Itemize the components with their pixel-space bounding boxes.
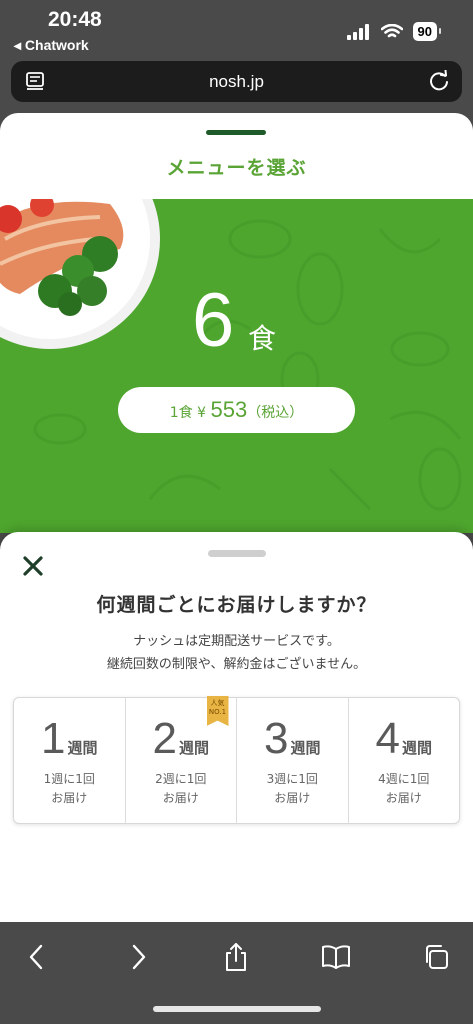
price-suffix: （税込）: [247, 405, 304, 421]
price-value: 553: [210, 397, 248, 422]
option-desc-line2: お届け: [274, 791, 311, 805]
sheet-grabber[interactable]: [208, 550, 266, 557]
share-icon[interactable]: [221, 942, 251, 972]
book-icon[interactable]: [321, 942, 351, 972]
home-indicator[interactable]: [153, 1006, 321, 1012]
chevron-left-icon[interactable]: [21, 942, 51, 972]
option-desc-line1: 4週に1回: [378, 772, 430, 786]
badge-line1: 人気: [210, 699, 225, 707]
option-unit: 週間: [178, 739, 209, 757]
subtitle-line-1: ナッシュは定期配送サービスです。: [133, 634, 340, 649]
option-2-weeks[interactable]: 人気 NO.1 2 週間 2週に1回 お届け: [126, 696, 237, 823]
option-number: 1: [41, 714, 66, 763]
plan-hero: 6 食 1食 ¥ 553（税込）: [0, 199, 473, 533]
chevron-right-icon[interactable]: [124, 942, 154, 972]
option-1-week[interactable]: 1 週間 1週に1回 お届け: [14, 698, 126, 823]
option-unit: 週間: [401, 739, 432, 757]
price-per-meal: 1食 ¥ 553（税込）: [118, 387, 355, 433]
battery-indicator: 90: [412, 22, 442, 41]
status-icons: 90: [346, 22, 442, 41]
food-plate-image: [0, 199, 462, 511]
option-3-weeks[interactable]: 3 週間 3週に1回 お届け: [237, 698, 349, 823]
option-unit: 週間: [67, 739, 98, 757]
question-subtitle: ナッシュは定期配送サービスです。 継続回数の制限や、解約金はございません。: [0, 630, 473, 676]
option-desc-line2: お届け: [51, 791, 88, 805]
meal-count: 6: [192, 278, 235, 363]
signal-icon: [346, 23, 369, 40]
option-number: 4: [375, 714, 400, 763]
delivery-frequency-sheet: 何週間ごとにお届けしますか？ ナッシュは定期配送サービスです。 継続回数の制限や…: [0, 532, 473, 922]
sheet-grabber[interactable]: [206, 130, 266, 135]
browser-toolbar: [0, 922, 473, 1024]
close-icon[interactable]: [21, 554, 45, 578]
frequency-options: 1 週間 1週に1回 お届け 人気 NO.1 2 週間 2週に1回 お届け 3 週間 …: [13, 696, 460, 824]
option-desc-line1: 3週に1回: [266, 772, 318, 786]
wifi-icon: [380, 23, 403, 37]
option-desc-line1: 2週に1回: [155, 772, 207, 786]
option-unit: 週間: [290, 739, 321, 757]
reload-icon[interactable]: [428, 69, 450, 96]
subtitle-line-2: 継続回数の制限や、解約金はございません。: [106, 657, 367, 672]
menu-sheet-title: メニューを選ぶ: [166, 157, 307, 179]
option-4-weeks[interactable]: 4 週間 4週に1回 お届け: [349, 698, 460, 823]
option-desc-line1: 1週に1回: [43, 772, 95, 786]
price-prefix: 1食 ¥: [169, 405, 211, 421]
option-number: 2: [152, 714, 177, 763]
menu-sheet: メニューを選ぶ 6 食 1食 ¥ 553（税込）: [0, 113, 473, 533]
meal-count-unit: 食: [248, 322, 277, 355]
status-bar: 20:48 ◂ Chatwork 90: [0, 0, 473, 58]
back-to-app-link[interactable]: ◂ Chatwork: [14, 37, 89, 54]
tabs-icon[interactable]: [421, 942, 451, 972]
clock: 20:48: [48, 8, 102, 31]
address-bar[interactable]: nosh.jp: [11, 61, 462, 102]
url-text[interactable]: nosh.jp: [11, 72, 462, 92]
option-desc-line2: お届け: [385, 791, 422, 805]
option-desc-line2: お届け: [162, 791, 199, 805]
option-number: 3: [264, 714, 289, 763]
question-title: 何週間ごとにお届けしますか？: [96, 594, 377, 616]
